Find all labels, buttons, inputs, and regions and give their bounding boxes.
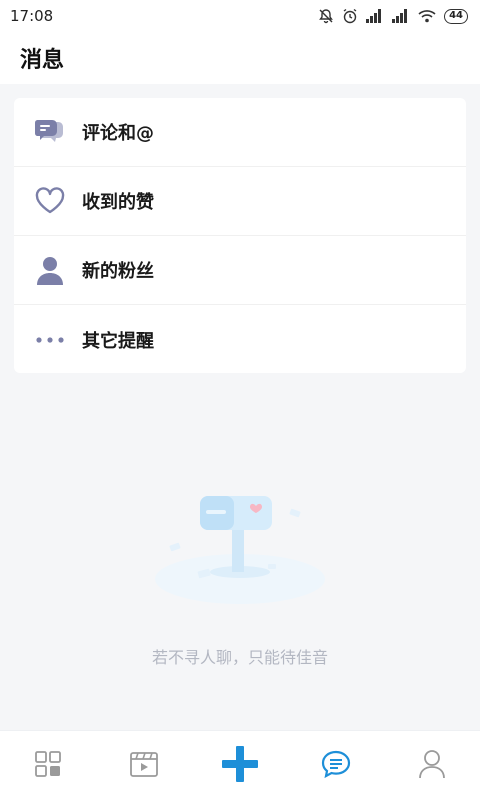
bottom-tab-bar — [0, 730, 480, 800]
tab-create[interactable] — [210, 736, 270, 796]
tab-video[interactable] — [114, 736, 174, 796]
plus-icon — [220, 744, 260, 788]
mute-bell-icon — [318, 8, 334, 24]
grid-icon — [34, 750, 62, 782]
menu-label: 评论和@ — [82, 123, 154, 144]
menu-label: 其它提醒 — [82, 330, 154, 352]
message-icon — [320, 749, 352, 783]
tab-home[interactable] — [18, 736, 78, 796]
status-icons: 44 — [318, 8, 468, 24]
notification-menu: 评论和@ 收到的赞 新的粉丝 其它提醒 — [14, 98, 466, 373]
tab-messages[interactable] — [306, 736, 366, 796]
empty-state-text: 若不寻人聊，只能待佳音 — [151, 648, 328, 667]
menu-label: 收到的赞 — [82, 192, 154, 213]
signal-icon — [366, 9, 384, 23]
header: 消息 — [0, 32, 480, 84]
heart-icon — [34, 185, 66, 217]
menu-item-comments[interactable]: 评论和@ — [14, 98, 466, 167]
mailbox-illustration — [150, 484, 330, 614]
wifi-icon — [418, 9, 436, 23]
comment-icon — [34, 116, 66, 148]
menu-item-fans[interactable]: 新的粉丝 — [14, 236, 466, 305]
signal-icon — [392, 9, 410, 23]
more-dots-icon — [34, 324, 66, 356]
tab-profile[interactable] — [402, 736, 462, 796]
menu-item-likes[interactable]: 收到的赞 — [14, 167, 466, 236]
person-icon — [34, 254, 66, 286]
profile-icon — [418, 749, 446, 783]
menu-label: 新的粉丝 — [82, 261, 154, 282]
status-bar: 17:08 44 — [0, 0, 480, 32]
alarm-icon — [342, 8, 358, 24]
page-title: 消息 — [20, 48, 65, 73]
status-time: 17:08 — [10, 7, 54, 25]
menu-item-other[interactable]: 其它提醒 — [14, 305, 466, 373]
battery-icon: 44 — [444, 8, 468, 24]
content-area: 评论和@ 收到的赞 新的粉丝 其它提醒 若不寻人聊，只能待佳音 — [0, 84, 480, 730]
video-icon — [129, 750, 159, 782]
